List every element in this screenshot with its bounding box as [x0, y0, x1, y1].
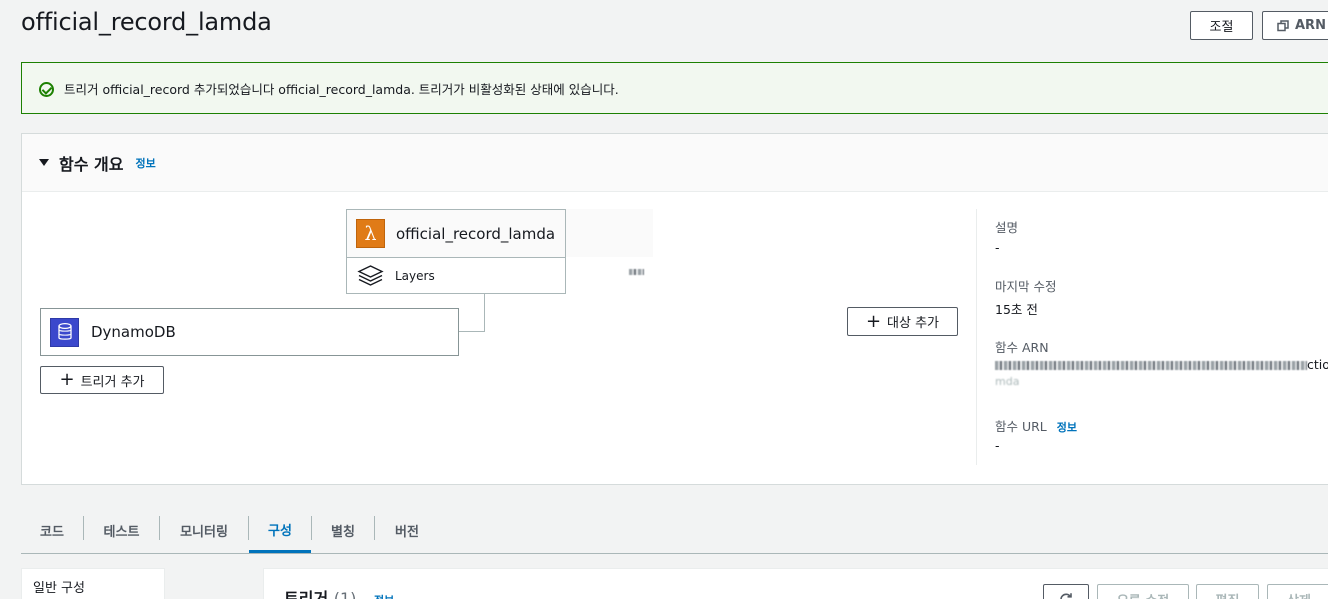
caret-down-icon[interactable] — [39, 159, 49, 166]
function-node-name: official_record_lamda — [396, 224, 556, 243]
trigger-node-dynamodb[interactable]: DynamoDB — [40, 308, 459, 356]
plus-icon: + — [59, 369, 75, 390]
throttle-button-label: 조절 — [1209, 20, 1234, 35]
last-modified-label: 마지막 수정 — [995, 279, 1057, 294]
layers-node[interactable]: Layers — [347, 258, 565, 293]
tab-code[interactable]: 코드 — [21, 508, 83, 553]
function-node[interactable]: λ official_record_lamda Layers — [346, 209, 566, 294]
add-trigger-button[interactable]: + 트리거 추가 — [40, 366, 164, 394]
redacted-marker — [629, 269, 644, 275]
triggers-panel: 트리거 (1) 정보 오류 수정 편집 삭제 — [263, 568, 1328, 599]
function-overview-info-link[interactable]: 정보 — [135, 155, 155, 171]
function-url-value: - — [995, 438, 1000, 453]
layers-icon — [357, 264, 384, 286]
edit-button[interactable]: 편집 — [1196, 584, 1259, 599]
description-label: 설명 — [995, 220, 1019, 235]
function-arn-value[interactable]: ctio — [995, 357, 1328, 372]
sidenav-item-general-config[interactable]: 일반 구성 — [33, 581, 85, 596]
function-tabs: 코드 테스트 모니터링 구성 별칭 버전 — [21, 508, 1328, 554]
copy-arn-button[interactable]: ARN — [1262, 11, 1328, 40]
function-overview-card: 함수 개요 정보 λ official_record_lamda Layers — [21, 133, 1328, 485]
refresh-icon — [1060, 593, 1072, 599]
trigger-node-name: DynamoDB — [91, 323, 176, 341]
copy-arn-label: ARN — [1295, 18, 1326, 33]
function-url-label: 함수 URL — [995, 419, 1047, 434]
triggers-count: (1) — [333, 589, 357, 599]
delete-button[interactable]: 삭제 — [1267, 584, 1328, 599]
trigger-connector-line — [459, 294, 485, 332]
alert-message: 트리거 official_record 추가되었습니다 official_rec… — [64, 81, 619, 97]
tab-test[interactable]: 테스트 — [84, 508, 159, 553]
copy-icon — [1277, 19, 1289, 31]
plus-icon: + — [865, 310, 882, 332]
page-title: official_record_lamda — [21, 8, 272, 36]
dynamodb-icon — [50, 317, 79, 347]
function-url-label-row: 함수 URL 정보 — [995, 416, 1077, 435]
layers-label: Layers — [395, 268, 435, 283]
function-box-extension — [565, 209, 653, 257]
triggers-info-link[interactable]: 정보 — [374, 594, 394, 599]
tab-monitoring[interactable]: 모니터링 — [160, 508, 248, 553]
throttle-button[interactable]: 조절 — [1190, 11, 1253, 40]
description-value: - — [995, 240, 1000, 255]
tab-aliases[interactable]: 별칭 — [312, 508, 374, 553]
last-modified-value: 15초 전 — [995, 302, 1038, 317]
tab-configuration[interactable]: 구성 — [249, 508, 311, 553]
function-url-info-link[interactable]: 정보 — [1057, 421, 1077, 434]
tab-versions[interactable]: 버전 — [375, 508, 439, 553]
success-alert: 트리거 official_record 추가되었습니다 official_rec… — [21, 62, 1328, 114]
function-overview-heading: 함수 개요 — [59, 154, 124, 174]
success-check-icon — [39, 81, 54, 97]
add-trigger-label: 트리거 추가 — [80, 374, 145, 390]
triggers-panel-title: 트리거 (1) 정보 — [284, 585, 394, 599]
function-arn-label: 함수 ARN — [995, 340, 1049, 355]
function-arn-value-line2: mda — [995, 375, 1020, 388]
lambda-function-page: official_record_lamda 조절 ARN 트리거 officia… — [0, 0, 1328, 599]
lambda-icon: λ — [356, 219, 385, 248]
refresh-button[interactable] — [1043, 584, 1089, 599]
function-overview-header[interactable]: 함수 개요 정보 — [22, 134, 1328, 192]
config-sidenav: 일반 구성 — [21, 568, 165, 599]
function-details: 설명 - 마지막 수정 15초 전 함수 ARN ctio mda 함수 URL… — [976, 209, 1328, 465]
fix-errors-button[interactable]: 오류 수정 — [1097, 584, 1189, 599]
redacted-arn — [995, 361, 1307, 370]
add-destination-label: 대상 추가 — [887, 316, 940, 331]
function-node-header[interactable]: λ official_record_lamda — [347, 210, 565, 258]
add-destination-button[interactable]: + 대상 추가 — [847, 307, 958, 336]
